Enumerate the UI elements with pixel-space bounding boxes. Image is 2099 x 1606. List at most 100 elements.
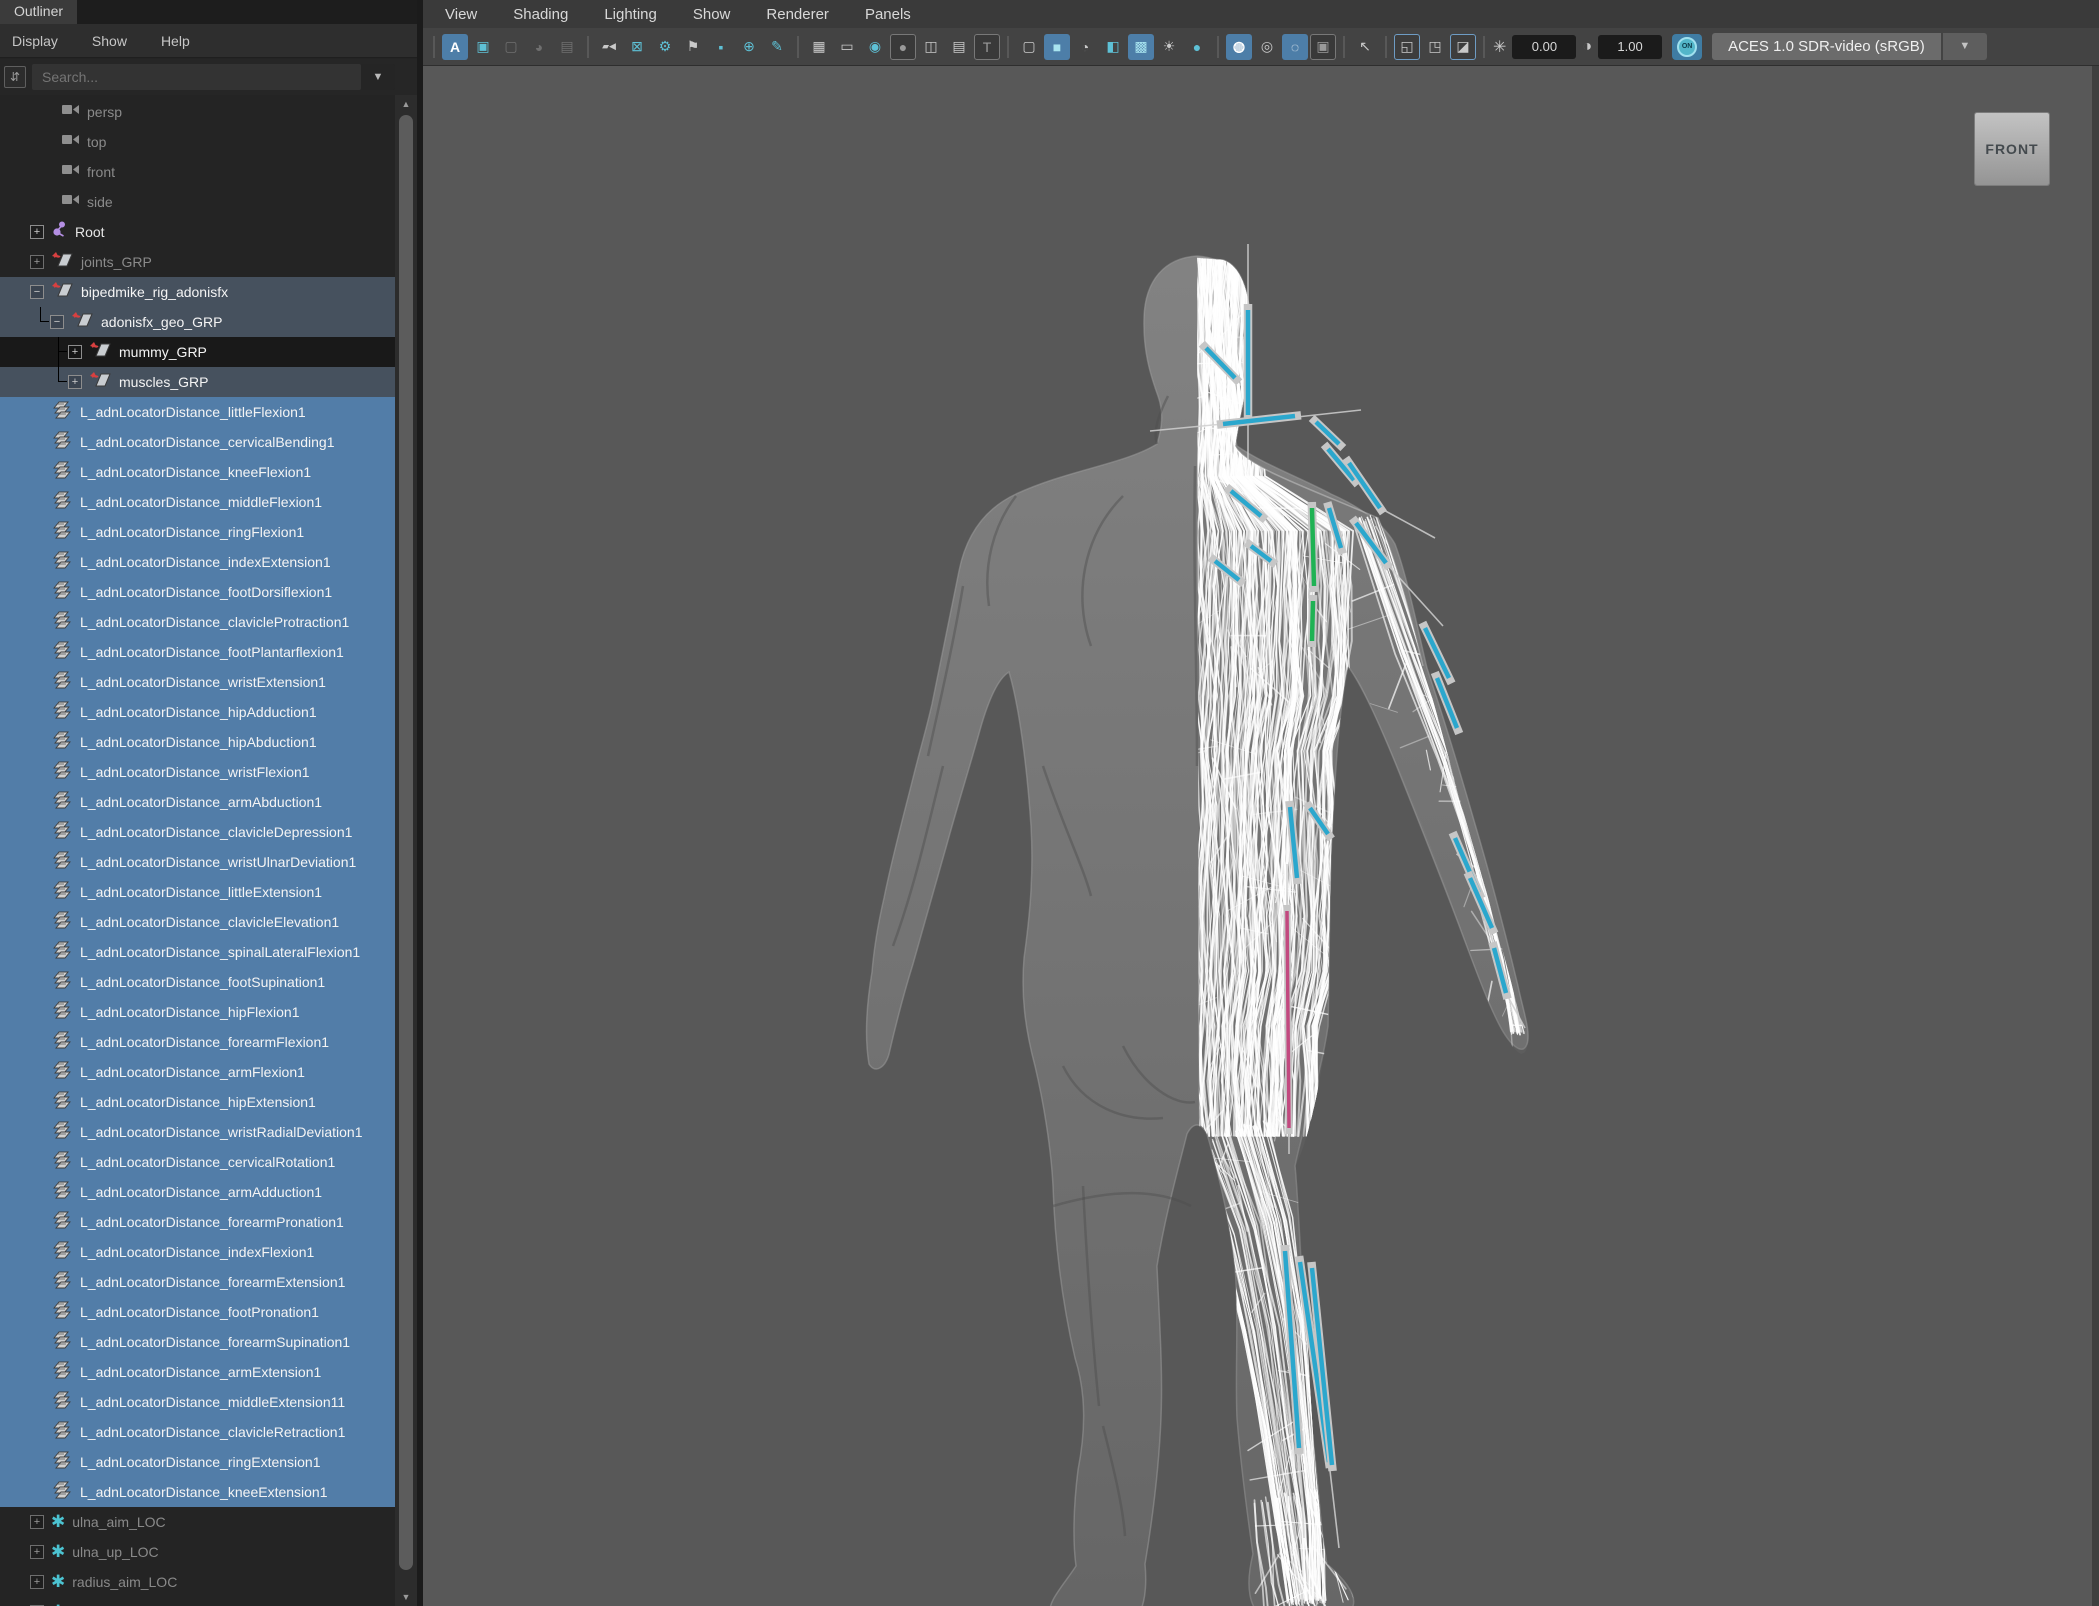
expand-icon[interactable]: + xyxy=(30,255,44,269)
isolate-view-selected-icon[interactable]: ◪ xyxy=(1450,34,1476,60)
motion-blur-icon[interactable]: ◎ xyxy=(1254,34,1280,60)
colorspace-dropdown-arrow-icon[interactable]: ▼ xyxy=(1943,33,1987,60)
outliner-row[interactable]: L_adnLocatorDistance_hipExtension1 xyxy=(0,1087,395,1117)
wireframe-on-shaded-icon[interactable]: ◧ xyxy=(1100,34,1126,60)
film-gate-icon[interactable]: ▭ xyxy=(834,34,860,60)
colorspace-dropdown[interactable]: ACES 1.0 SDR-video (sRGB) xyxy=(1712,33,1941,60)
menu-show[interactable]: Show xyxy=(693,6,731,23)
outliner-row[interactable]: L_adnLocatorDistance_cervicalRotation1 xyxy=(0,1147,395,1177)
outliner-row[interactable]: L_adnLocatorDistance_wristFlexion1 xyxy=(0,757,395,787)
outliner-row[interactable]: L_adnLocatorDistance_armAbduction1 xyxy=(0,787,395,817)
outliner-tab[interactable]: Outliner xyxy=(0,0,77,24)
outliner-row[interactable]: L_adnLocatorDistance_middleFlexion1 xyxy=(0,487,395,517)
image-stack-icon[interactable]: ▤ xyxy=(554,34,580,60)
outliner-row[interactable]: L_adnLocatorDistance_hipFlexion1 xyxy=(0,997,395,1027)
exposure-field[interactable]: 0.00 xyxy=(1512,35,1576,59)
mummy-geometry[interactable] xyxy=(866,256,1528,1606)
resolution-gate-icon[interactable]: ◉ xyxy=(862,34,888,60)
menu-display[interactable]: Display xyxy=(12,33,58,49)
shadows-icon[interactable]: ● xyxy=(1184,34,1210,60)
outliner-row[interactable]: L_adnLocatorDistance_armAdduction1 xyxy=(0,1177,395,1207)
shaded-cube-icon[interactable]: ■ xyxy=(1044,34,1070,60)
outliner-row[interactable]: L_adnLocatorDistance_middleExtension11 xyxy=(0,1387,395,1417)
outliner-row[interactable]: L_adnLocatorDistance_ringFlexion1 xyxy=(0,517,395,547)
outliner-row[interactable]: +✱ulna_up_LOC xyxy=(0,1537,395,1567)
outliner-row[interactable]: L_adnLocatorDistance_wristExtension1 xyxy=(0,667,395,697)
outliner-row[interactable]: persp xyxy=(0,97,395,127)
menu-shading[interactable]: Shading xyxy=(513,6,568,23)
expand-icon[interactable]: + xyxy=(30,1575,44,1589)
menu-lighting[interactable]: Lighting xyxy=(604,6,657,23)
menu-panels[interactable]: Panels xyxy=(865,6,911,23)
outliner-row[interactable]: L_adnLocatorDistance_hipAdduction1 xyxy=(0,697,395,727)
lock-camera-icon[interactable]: ⊠ xyxy=(624,34,650,60)
outliner-row[interactable]: L_adnLocatorDistance_forearmExtension1 xyxy=(0,1267,395,1297)
menu-renderer[interactable]: Renderer xyxy=(766,6,829,23)
textured-icon[interactable]: ▩ xyxy=(1128,34,1154,60)
outliner-row[interactable]: L_adnLocatorDistance_armFlexion1 xyxy=(0,1057,395,1087)
view-axis-gizmo[interactable]: FRONT xyxy=(1975,113,2049,185)
select-camera-icon[interactable]: ▰◀ xyxy=(596,34,622,60)
outliner-row[interactable]: L_adnLocatorDistance_kneeExtension1 xyxy=(0,1477,395,1507)
outliner-row[interactable]: L_adnLocatorDistance_footDorsiflexion1 xyxy=(0,577,395,607)
expand-icon[interactable]: + xyxy=(68,345,82,359)
outliner-row[interactable]: L_adnLocatorDistance_indexExtension1 xyxy=(0,547,395,577)
highlight-frame-icon[interactable]: ▣ xyxy=(470,34,496,60)
bookmark-icon[interactable]: ⚑ xyxy=(680,34,706,60)
marquee-select-icon[interactable]: ↖ xyxy=(1352,34,1378,60)
outliner-row[interactable]: +joints_GRP xyxy=(0,247,395,277)
outliner-row[interactable]: +✱ulna_aim_LOC xyxy=(0,1507,395,1537)
outliner-row[interactable]: L_adnLocatorDistance_littleFlexion1 xyxy=(0,397,395,427)
filter-icon[interactable]: ⇵ xyxy=(4,66,26,88)
depth-of-field-icon[interactable]: ▣ xyxy=(1310,34,1336,60)
outliner-row[interactable]: +✱radius_aim_LOC xyxy=(0,1567,395,1597)
outliner-row[interactable]: front xyxy=(0,157,395,187)
menu-view[interactable]: View xyxy=(445,6,477,23)
outliner-scrollbar[interactable]: ▲ ▼ xyxy=(395,95,417,1606)
outliner-row[interactable]: +muscles_GRP xyxy=(0,367,395,397)
grid-icon[interactable]: ▦ xyxy=(806,34,832,60)
pan-zoom-icon[interactable]: ⊕ xyxy=(736,34,762,60)
gamma-field[interactable]: 1.00 xyxy=(1598,35,1662,59)
gamma-icon[interactable]: ◑ xyxy=(1582,38,1592,56)
outliner-row[interactable]: +Root xyxy=(0,217,395,247)
outliner-row[interactable]: L_adnLocatorDistance_clavicleElevation1 xyxy=(0,907,395,937)
collapse-icon[interactable]: − xyxy=(30,285,44,299)
menu-help[interactable]: Help xyxy=(161,33,190,49)
collapse-icon[interactable]: − xyxy=(50,315,64,329)
expand-icon[interactable]: + xyxy=(30,225,44,239)
dashed-frame-icon[interactable]: ▢ xyxy=(498,34,524,60)
camera-attributes-icon[interactable]: ⚙ xyxy=(652,34,678,60)
outliner-row[interactable]: L_adnLocatorDistance_kneeFlexion1 xyxy=(0,457,395,487)
exposure-icon[interactable]: ✳ xyxy=(1493,37,1506,57)
outliner-row[interactable]: L_adnLocatorDistance_wristUlnarDeviation… xyxy=(0,847,395,877)
outliner-row[interactable]: L_adnLocatorDistance_indexFlexion1 xyxy=(0,1237,395,1267)
outliner-row[interactable]: L_adnLocatorDistance_clavicleProtraction… xyxy=(0,607,395,637)
color-wheel-icon[interactable]: ◕ xyxy=(526,34,552,60)
isolate-select-icon[interactable]: ◱ xyxy=(1394,34,1420,60)
search-dropdown-icon[interactable]: ▼ xyxy=(361,64,395,90)
isolate-selected-add-icon[interactable]: ◳ xyxy=(1422,34,1448,60)
safe-title-icon[interactable]: T xyxy=(974,34,1000,60)
expand-icon[interactable]: + xyxy=(68,375,82,389)
outliner-row[interactable]: top xyxy=(0,127,395,157)
field-chart-icon[interactable]: ◫ xyxy=(918,34,944,60)
search-input[interactable] xyxy=(32,64,361,90)
scrollbar-thumb[interactable] xyxy=(399,115,413,1570)
letter-a-toggle-icon[interactable]: A xyxy=(442,34,468,60)
outliner-row[interactable]: L_adnLocatorDistance_footPronation1 xyxy=(0,1297,395,1327)
outliner-row[interactable]: L_adnLocatorDistance_footPlantarflexion1 xyxy=(0,637,395,667)
default-material-icon[interactable]: ◔ xyxy=(1072,34,1098,60)
viewport-canvas[interactable]: FRONT xyxy=(423,66,2099,1606)
outliner-row[interactable]: L_adnLocatorDistance_spinalLateralFlexio… xyxy=(0,937,395,967)
menu-show[interactable]: Show xyxy=(92,33,127,49)
wireframe-cube-icon[interactable]: ▢ xyxy=(1016,34,1042,60)
scroll-down-icon[interactable]: ▼ xyxy=(395,1588,417,1606)
expand-icon[interactable]: + xyxy=(30,1545,44,1559)
outliner-row[interactable]: L_adnLocatorDistance_wristRadialDeviatio… xyxy=(0,1117,395,1147)
outliner-row[interactable]: L_adnLocatorDistance_clavicleRetraction1 xyxy=(0,1417,395,1447)
outliner-row[interactable]: L_adnLocatorDistance_forearmPronation1 xyxy=(0,1207,395,1237)
outliner-row[interactable]: L_adnLocatorDistance_armExtension1 xyxy=(0,1357,395,1387)
color-management-toggle[interactable]: ON xyxy=(1672,34,1702,60)
expand-icon[interactable]: + xyxy=(30,1515,44,1529)
